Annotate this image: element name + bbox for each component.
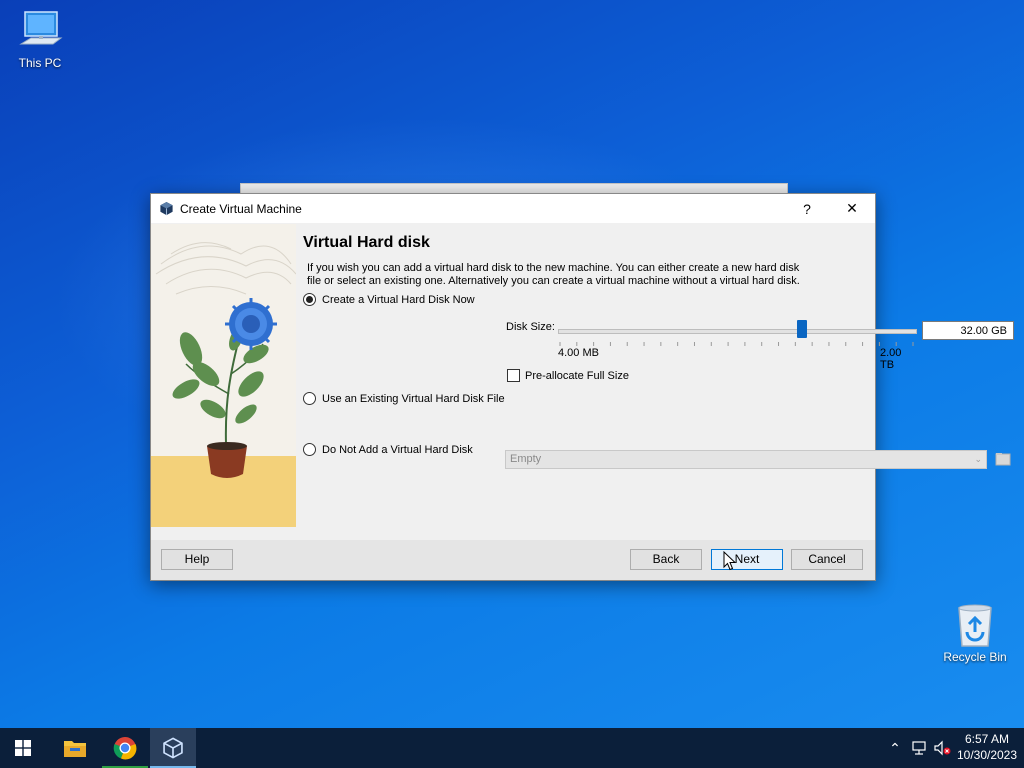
taskbar-clock[interactable]: 6:57 AM 10/30/2023 <box>955 731 1019 763</box>
radio-create-disk-now[interactable]: Create a Virtual Hard Disk Now <box>303 293 475 306</box>
radio-use-existing-disk[interactable]: Use an Existing Virtual Hard Disk File <box>303 392 505 405</box>
radio-button[interactable] <box>303 392 316 405</box>
radio-do-not-add-disk[interactable]: Do Not Add a Virtual Hard Disk <box>303 443 473 456</box>
back-button[interactable]: Back <box>630 549 702 570</box>
taskbar-file-explorer[interactable] <box>52 728 98 768</box>
chevron-down-icon: ⌄ <box>974 454 982 464</box>
windows-start-icon <box>15 740 31 756</box>
folder-icon <box>64 741 86 757</box>
dialog-title: Create Virtual Machine <box>180 202 302 216</box>
radio-button-checked[interactable] <box>303 293 316 306</box>
page-title: Virtual Hard disk <box>303 234 430 251</box>
virtualbox-icon <box>163 737 183 759</box>
desktop-icon-this-pc[interactable]: This PC <box>0 10 80 70</box>
tray-network-icon[interactable] <box>908 728 930 768</box>
tray-chevron-up-icon[interactable]: ⌃ <box>884 728 906 768</box>
desktop-icon-recycle-bin[interactable]: Recycle Bin <box>935 602 1015 664</box>
preallocate-checkbox[interactable] <box>507 369 520 382</box>
volume-muted-icon <box>934 740 951 756</box>
radio-label: Do Not Add a Virtual Hard Disk <box>322 443 473 456</box>
disk-size-slider-thumb[interactable] <box>797 320 808 338</box>
existing-disk-combo[interactable]: Empty ⌄ <box>505 450 987 469</box>
virtualbox-icon <box>160 201 173 216</box>
taskbar: ⌃ 6:57 AM 10/30/2023 <box>0 728 1024 768</box>
clock-date: 10/30/2023 <box>956 748 1018 762</box>
description-line-2: file or select an existing one. Alternat… <box>307 275 800 287</box>
cancel-button[interactable]: Cancel <box>791 549 863 570</box>
network-icon <box>912 741 926 755</box>
wizard-content: Virtual Hard disk If you wish you can ad… <box>301 224 1014 534</box>
page-description: If you wish you can add a virtual hard d… <box>307 262 827 288</box>
radio-label: Use an Existing Virtual Hard Disk File <box>322 392 505 405</box>
disk-size-label: Disk Size: <box>506 321 555 333</box>
next-button[interactable]: Next <box>711 549 783 570</box>
preallocate-label: Pre-allocate Full Size <box>525 369 629 382</box>
description-line-1: If you wish you can add a virtual hard d… <box>307 262 800 274</box>
desktop-icon-label: Recycle Bin <box>943 650 1007 664</box>
desktop-icon-label: This PC <box>18 56 62 70</box>
disk-size-input[interactable]: 32.00 GB <box>922 321 1014 340</box>
radio-button[interactable] <box>303 443 316 456</box>
slider-ticks <box>559 342 914 346</box>
slider-max-label: 2.00 TB <box>880 347 902 371</box>
dialog-button-bar: Help Back Next Cancel <box>151 540 875 580</box>
disk-size-slider-track[interactable] <box>558 329 917 334</box>
clock-time: 6:57 AM <box>964 732 1010 746</box>
radio-label: Create a Virtual Hard Disk Now <box>322 293 475 306</box>
preallocate-checkbox-row[interactable]: Pre-allocate Full Size <box>507 369 629 382</box>
combo-value: Empty <box>510 453 542 465</box>
wizard-illustration <box>151 224 296 527</box>
slider-min-label: 4.00 MB <box>558 347 599 359</box>
close-icon: ✕ <box>846 200 858 216</box>
recycle-bin-icon <box>958 604 992 647</box>
tray-volume-icon[interactable] <box>931 728 953 768</box>
help-button[interactable]: Help <box>161 549 233 570</box>
help-title-button[interactable]: ? <box>785 194 829 223</box>
taskbar-virtualbox[interactable] <box>150 728 196 768</box>
start-button[interactable] <box>0 728 46 768</box>
monitor-icon <box>19 11 63 45</box>
chrome-icon <box>113 737 137 760</box>
create-vm-dialog: Create Virtual Machine ? ✕ Virtual Hard … <box>150 193 1014 581</box>
close-button[interactable]: ✕ <box>830 194 874 223</box>
flower-pot-illustration <box>151 224 296 527</box>
dialog-titlebar[interactable]: Create Virtual Machine ? ✕ <box>151 194 875 223</box>
mouse-cursor-icon <box>723 551 736 571</box>
choose-disk-folder-icon[interactable] <box>995 451 1011 467</box>
taskbar-chrome[interactable] <box>102 728 148 768</box>
